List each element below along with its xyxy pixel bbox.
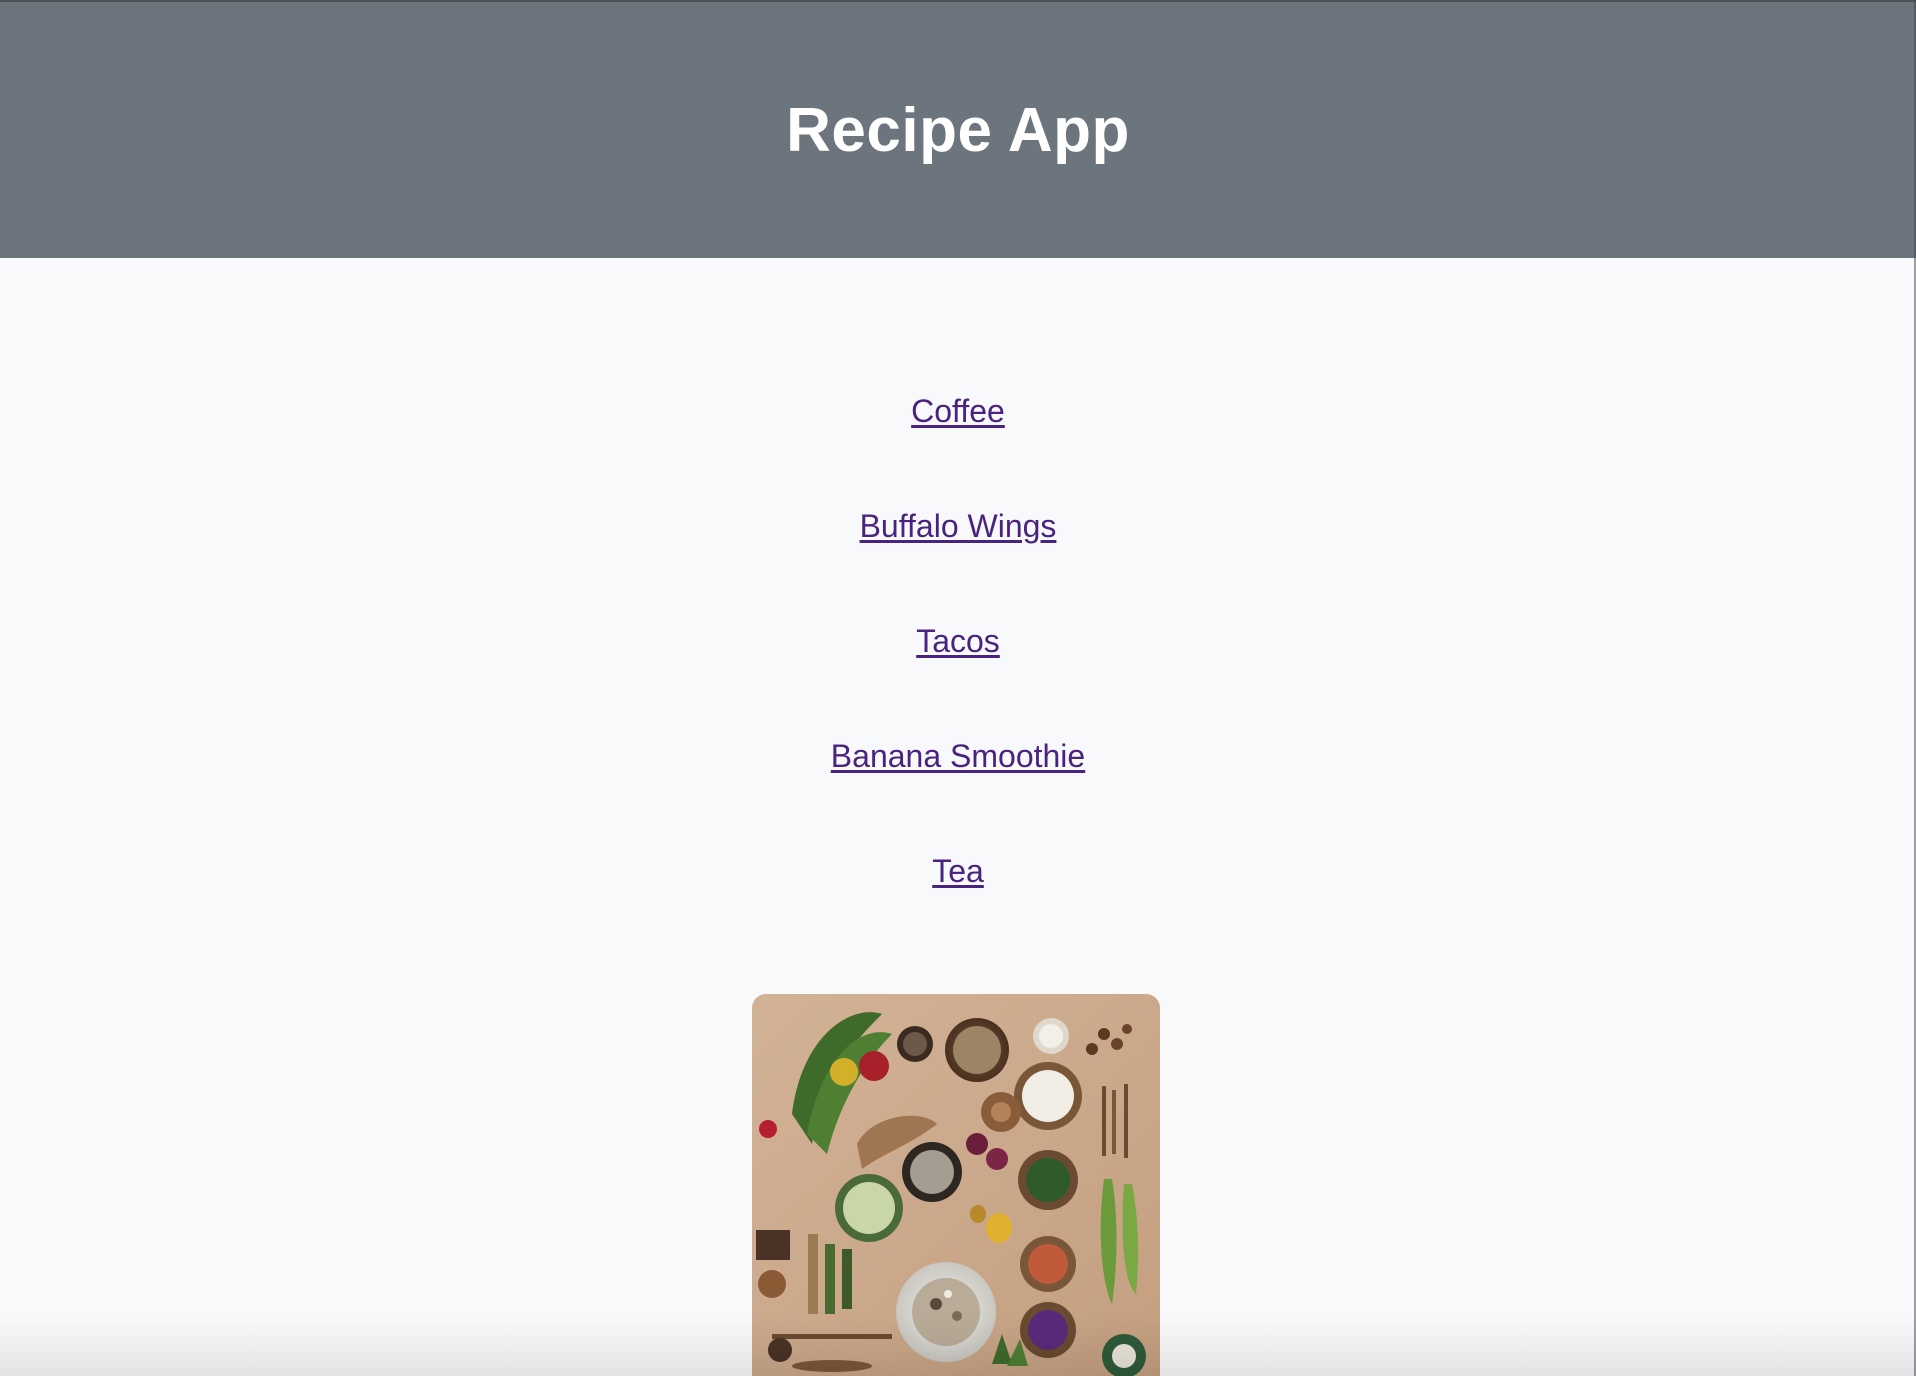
food-ingredients-flatlay-icon <box>752 994 1160 1376</box>
list-item: Coffee <box>0 378 1916 493</box>
list-item: Buffalo Wings <box>0 493 1916 608</box>
recipe-link-tea[interactable]: Tea <box>932 853 984 889</box>
recipe-app-page: Recipe App Coffee Buffalo Wings Tacos Ba… <box>0 0 1916 1376</box>
list-item: Banana Smoothie <box>0 723 1916 838</box>
list-item: Tacos <box>0 608 1916 723</box>
food-ingredients-image <box>752 994 1160 1376</box>
list-item: Tea <box>0 838 1916 953</box>
page-title: Recipe App <box>786 95 1130 165</box>
recipe-link-coffee[interactable]: Coffee <box>911 393 1005 429</box>
recipe-link-tacos[interactable]: Tacos <box>916 623 1000 659</box>
recipe-link-banana-smoothie[interactable]: Banana Smoothie <box>831 738 1085 774</box>
recipe-list: Coffee Buffalo Wings Tacos Banana Smooth… <box>0 378 1916 953</box>
app-header: Recipe App <box>0 0 1916 258</box>
recipe-link-buffalo-wings[interactable]: Buffalo Wings <box>860 508 1057 544</box>
